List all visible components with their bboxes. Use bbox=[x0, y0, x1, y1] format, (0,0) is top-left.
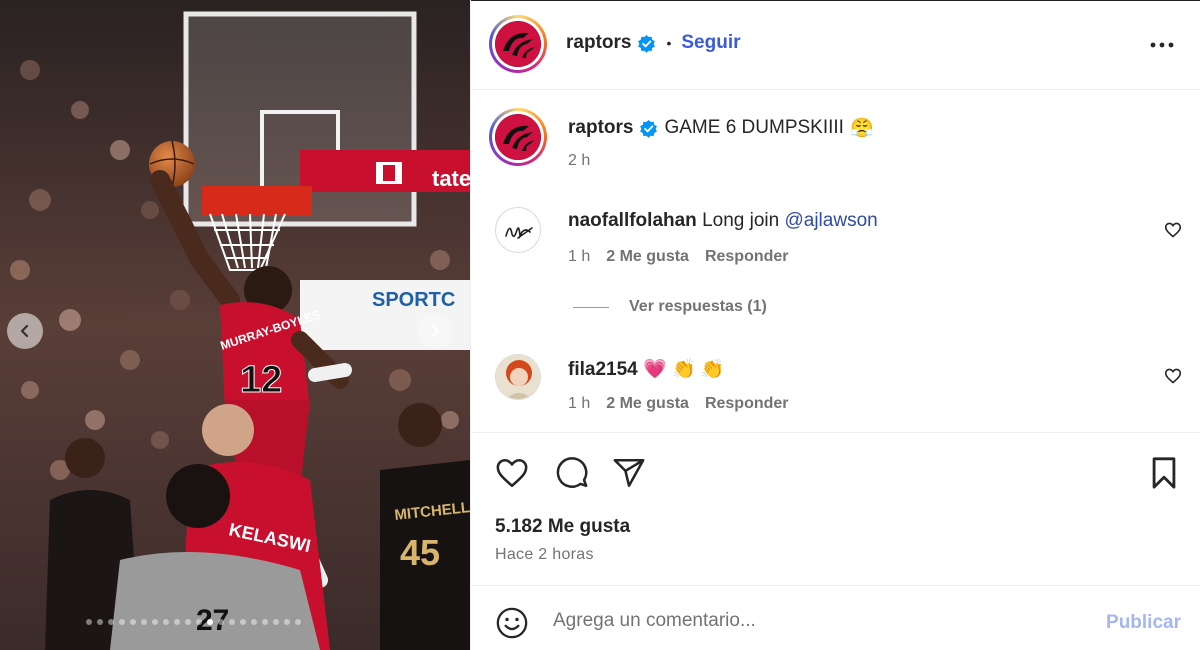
comment-time: 1 h bbox=[568, 248, 591, 265]
heart-icon[interactable] bbox=[1164, 368, 1182, 384]
comment-avatar[interactable] bbox=[495, 207, 541, 253]
bookmark-icon[interactable] bbox=[1149, 456, 1179, 490]
reply-button[interactable]: Responder bbox=[705, 395, 789, 413]
post-media[interactable]: tate Fa SPORTC MURRAY-BOYLES 12 MITCHELL… bbox=[0, 0, 470, 650]
carousel-dot[interactable] bbox=[163, 619, 169, 625]
comment-body: fila2154 💗 👏 👏 bbox=[568, 357, 725, 381]
comment-meta: 1 h 2 Me gusta Responder bbox=[568, 395, 789, 413]
caption-username[interactable]: raptors bbox=[568, 117, 633, 139]
comment-avatar[interactable] bbox=[495, 354, 541, 400]
carousel-dot[interactable] bbox=[284, 619, 290, 625]
carousel-dot[interactable] bbox=[119, 619, 125, 625]
reply-button[interactable]: Responder bbox=[705, 248, 789, 266]
next-slide-button[interactable] bbox=[417, 313, 453, 349]
comment-text: Long join bbox=[702, 210, 785, 231]
caption-time: 2 h bbox=[568, 152, 591, 169]
carousel-dot[interactable] bbox=[141, 619, 147, 625]
carousel-dot[interactable] bbox=[174, 619, 180, 625]
carousel-dot[interactable] bbox=[196, 619, 202, 625]
carousel-dot[interactable] bbox=[86, 619, 92, 625]
post-details-panel: raptors • Seguir raptors GAME 6 DUMPSKII… bbox=[470, 0, 1200, 650]
carousel-dot[interactable] bbox=[152, 619, 158, 625]
post-time: Hace 2 horas bbox=[495, 546, 594, 563]
signature-avatar-icon bbox=[505, 227, 533, 239]
board-text: tate Fa bbox=[432, 166, 470, 191]
raptors-logo-icon bbox=[495, 114, 541, 160]
carousel-dot[interactable] bbox=[185, 619, 191, 625]
jersey-number: 12 bbox=[240, 359, 282, 401]
user-avatar-icon bbox=[496, 355, 540, 399]
carousel-dot[interactable] bbox=[130, 619, 136, 625]
heart-icon[interactable] bbox=[1164, 222, 1182, 238]
publish-button[interactable]: Publicar bbox=[1106, 612, 1181, 634]
emoji-icon[interactable] bbox=[495, 606, 529, 640]
share-icon[interactable] bbox=[612, 456, 646, 490]
chevron-left-icon bbox=[20, 324, 29, 338]
comment-username[interactable]: fila2154 bbox=[568, 359, 638, 380]
carousel-dot[interactable] bbox=[207, 619, 213, 625]
comment-text: 💗 👏 👏 bbox=[643, 359, 725, 380]
heart-icon[interactable] bbox=[495, 457, 529, 489]
caption: raptors GAME 6 DUMPSKIIII 😤 bbox=[568, 116, 874, 140]
carousel-dot[interactable] bbox=[240, 619, 246, 625]
banner-text: SPORTC bbox=[372, 289, 455, 311]
comment-username[interactable]: naofallfolahan bbox=[568, 210, 697, 231]
author-username[interactable]: raptors bbox=[566, 32, 631, 54]
comment-composer: Publicar bbox=[471, 585, 1200, 650]
view-replies-label: Ver respuestas (1) bbox=[629, 298, 767, 315]
comment-likes[interactable]: 2 Me gusta bbox=[606, 395, 689, 413]
opponent-number: 45 bbox=[400, 532, 440, 573]
replies-line bbox=[573, 306, 609, 308]
separator-dot: • bbox=[666, 35, 672, 51]
comment-mention[interactable]: @ajlawson bbox=[784, 210, 877, 231]
action-bar: 5.182 Me gusta Hace 2 horas bbox=[471, 432, 1200, 585]
carousel-dot[interactable] bbox=[97, 619, 103, 625]
comment-likes[interactable]: 2 Me gusta bbox=[606, 248, 689, 266]
post-header: raptors • Seguir bbox=[471, 0, 1200, 90]
verified-icon bbox=[640, 119, 658, 138]
carousel-dot[interactable] bbox=[273, 619, 279, 625]
carousel-dot[interactable] bbox=[108, 619, 114, 625]
post-photo: tate Fa SPORTC MURRAY-BOYLES 12 MITCHELL… bbox=[0, 0, 470, 650]
carousel-dot[interactable] bbox=[295, 619, 301, 625]
previous-slide-button[interactable] bbox=[7, 313, 43, 349]
more-icon[interactable] bbox=[1149, 33, 1175, 57]
raptors-logo-icon bbox=[495, 21, 541, 67]
carousel-dots bbox=[86, 619, 301, 625]
chevron-right-icon bbox=[431, 324, 440, 338]
author-avatar[interactable] bbox=[489, 15, 547, 73]
likes-count[interactable]: 5.182 Me gusta bbox=[495, 516, 630, 538]
caption-avatar[interactable] bbox=[489, 108, 547, 166]
caption-emoji: 😤 bbox=[849, 118, 874, 139]
follow-button[interactable]: Seguir bbox=[681, 32, 740, 54]
comment-meta: 1 h 2 Me gusta Responder bbox=[568, 248, 789, 266]
comment-time: 1 h bbox=[568, 395, 591, 412]
verified-icon bbox=[638, 34, 656, 53]
view-replies-button[interactable]: Ver respuestas (1) bbox=[573, 298, 767, 316]
comment-body: naofallfolahan Long join @ajlawson bbox=[568, 210, 878, 232]
carousel-dot[interactable] bbox=[229, 619, 235, 625]
comment-input[interactable] bbox=[553, 610, 1073, 632]
comment-icon[interactable] bbox=[555, 456, 589, 490]
carousel-dot[interactable] bbox=[218, 619, 224, 625]
caption-text: GAME 6 DUMPSKIIII bbox=[664, 117, 844, 138]
carousel-dot[interactable] bbox=[251, 619, 257, 625]
carousel-dot[interactable] bbox=[262, 619, 268, 625]
